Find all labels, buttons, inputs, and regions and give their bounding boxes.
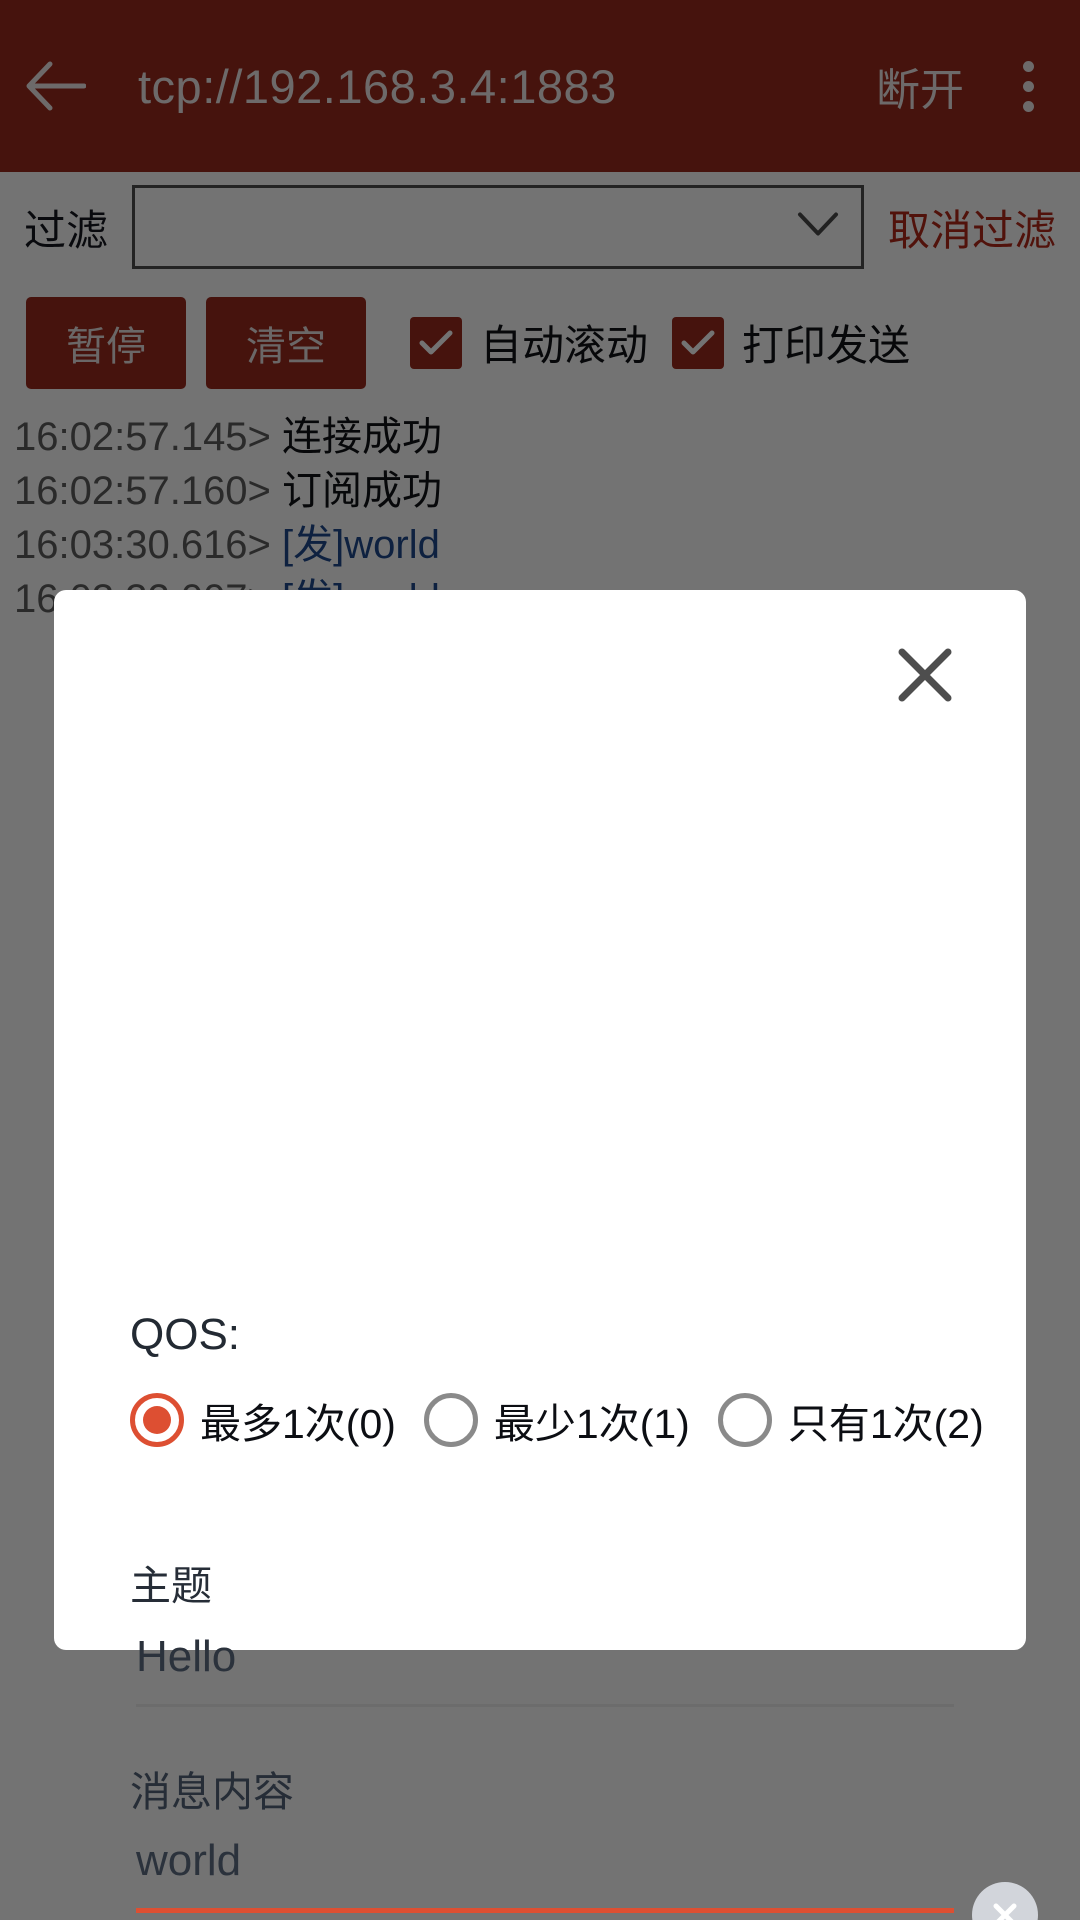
qos-option-label: 最多1次(0) — [200, 1401, 396, 1447]
radio-unselected-icon — [717, 1393, 772, 1447]
topic-label: 主题 — [130, 1563, 212, 1609]
qos-option-0[interactable]: 最多1次(0) — [130, 1390, 396, 1450]
qos-label: QOS: — [130, 1310, 241, 1359]
qos-option-2[interactable]: 只有1次(2) — [717, 1390, 984, 1450]
qos-option-1[interactable]: 最少1次(1) — [423, 1390, 690, 1450]
publish-dialog: QOS: 最多1次(0) 最少1次(1) 只有1次(2) 主题 Hello 消息… — [54, 590, 1038, 1920]
message-input[interactable]: world — [136, 1836, 954, 1913]
close-icon[interactable] — [886, 636, 964, 714]
radio-selected-icon — [130, 1393, 184, 1447]
radio-unselected-icon — [423, 1393, 478, 1447]
qos-option-label: 只有1次(2) — [787, 1401, 984, 1447]
qos-radio-group: 最多1次(0) 最少1次(1) 只有1次(2) — [130, 1390, 990, 1450]
app-screen: tcp://192.168.3.4:1883 断开 过滤 取消过滤 暂停 — [0, 0, 1080, 1920]
message-label: 消息内容 — [130, 1769, 294, 1815]
qos-option-label: 最少1次(1) — [493, 1401, 690, 1447]
topic-input[interactable]: Hello — [136, 1632, 954, 1707]
